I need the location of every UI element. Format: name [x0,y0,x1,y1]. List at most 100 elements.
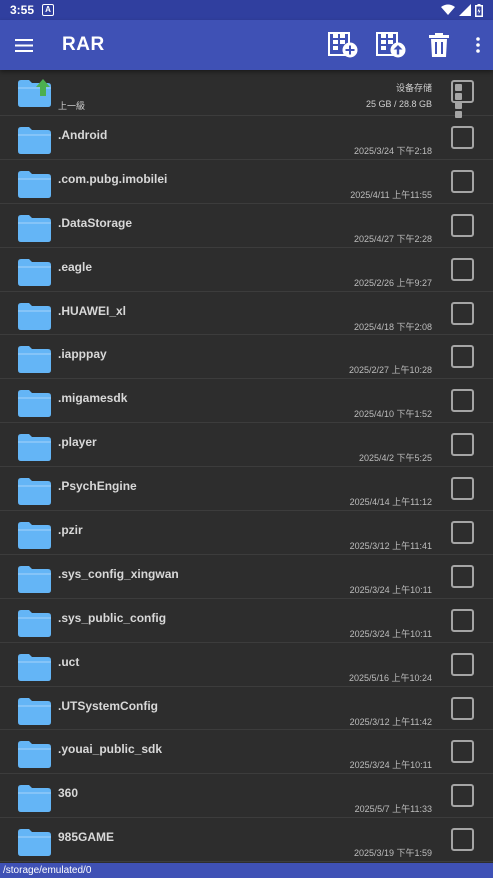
file-row[interactable]: .PsychEngine 2025/4/14 上午11:12 [0,467,493,512]
select-checkbox[interactable] [451,477,474,501]
more-options-button[interactable] [463,20,493,70]
file-row[interactable]: .youai_public_sdk 2025/3/24 上午10:11 [0,730,493,775]
file-date: 2025/5/16 上午10:24 [348,672,432,683]
file-row[interactable]: .Android 2025/3/24 下午2:18 [0,116,493,160]
file-date: 2025/4/18 下午2:08 [353,321,432,332]
folder-icon [18,522,51,550]
file-date: 2025/4/14 上午11:12 [349,497,432,508]
file-name: .Android [58,128,108,142]
grid-view-button[interactable] [451,80,474,118]
file-row[interactable]: .DataStorage 2025/4/27 下午2:28 [0,204,493,248]
status-time: 3:55 [10,3,35,17]
select-checkbox[interactable] [451,169,474,193]
parent-folder-row[interactable]: 上一級 设备存储 25 GB / 28.8 GB [0,70,493,118]
folder-icon [18,258,51,286]
file-date: 2025/3/12 上午11:42 [349,716,432,727]
extract-button[interactable] [367,20,415,70]
current-path: /storage/emulated/0 [0,863,493,878]
select-checkbox[interactable] [451,389,474,413]
notification-a-icon: A [42,4,55,16]
select-checkbox[interactable] [451,696,474,720]
status-icons [441,3,483,17]
select-checkbox[interactable] [451,652,474,676]
file-row[interactable]: 985GAME 2025/3/19 下午1:59 [0,818,493,863]
file-name: .pzir [58,523,83,538]
file-date: 2025/4/11 上午11:55 [350,189,432,200]
file-row[interactable]: .player 2025/4/2 下午5:25 [0,423,493,468]
file-name: .player [58,435,97,450]
file-name: 360 [58,786,79,801]
status-bar: 3:55 A [0,0,493,20]
file-name: .UTSystemConfig [58,698,159,713]
file-date: 2025/4/27 下午2:28 [353,233,432,244]
select-checkbox[interactable] [451,257,474,281]
folder-icon [18,302,51,330]
file-name: .sys_config_xingwan [58,566,179,581]
folder-icon [18,434,51,462]
toolbar-actions [319,20,493,70]
folder-icon [18,785,51,813]
select-checkbox[interactable] [451,433,474,457]
file-date: 2025/3/24 上午10:11 [349,584,432,595]
add-to-archive-button[interactable] [319,20,367,70]
app-bar: RAR [0,20,493,70]
file-date: 2025/4/10 下午1:52 [353,409,432,420]
file-row[interactable]: .uct 2025/5/16 上午10:24 [0,643,493,687]
file-row[interactable]: .UTSystemConfig 2025/3/12 上午11:42 [0,687,493,731]
file-date: 2025/3/24 上午10:11 [349,760,432,771]
select-checkbox[interactable] [451,345,474,369]
parent-folder-label: 上一級 [58,101,86,111]
file-date: 2025/2/27 上午10:28 [348,365,432,376]
battery-icon [475,3,483,17]
file-name: .migamesdk [58,391,128,406]
file-name: .sys_public_config [58,610,167,625]
file-date: 2025/3/24 上午10:11 [349,628,432,639]
more-vert-icon [476,37,480,53]
delete-button[interactable] [415,20,463,70]
select-checkbox[interactable] [451,126,474,149]
file-row[interactable]: .migamesdk 2025/4/10 下午1:52 [0,379,493,424]
file-date: 2025/2/26 上午9:27 [353,277,432,288]
file-date: 2025/3/19 下午1:59 [353,848,432,859]
file-row[interactable]: .iapppay 2025/2/27 上午10:28 [0,335,493,380]
folder-icon [18,478,51,506]
wifi-icon [441,4,455,15]
file-row[interactable]: 360 2025/5/7 上午11:33 [0,774,493,819]
file-name: .com.pubg.imobilei [58,171,168,186]
file-date: 2025/5/7 上午11:33 [354,804,432,815]
storage-label: 设备存储 [395,83,432,93]
select-checkbox[interactable] [451,608,474,632]
file-row[interactable]: .pzir 2025/3/12 上午11:41 [0,511,493,555]
select-checkbox[interactable] [451,521,474,545]
folder-icon [18,346,51,374]
signal-icon [459,4,471,16]
folder-icon [18,741,51,769]
select-checkbox[interactable] [451,784,474,808]
menu-button[interactable] [0,20,48,70]
file-date: 2025/3/24 下午2:18 [353,146,432,156]
select-checkbox[interactable] [451,301,474,325]
select-checkbox[interactable] [451,828,474,852]
file-row[interactable]: .sys_config_xingwan 2025/3/24 上午10:11 [0,555,493,599]
file-row[interactable]: .eagle 2025/2/26 上午9:27 [0,248,493,292]
folder-icon [18,697,51,725]
trash-icon [429,33,449,57]
folder-up-icon [18,79,51,107]
file-row[interactable]: .HUAWEI_xl 2025/4/18 下午2:08 [0,292,493,336]
file-row[interactable]: .com.pubg.imobilei 2025/4/11 上午11:55 [0,160,493,204]
file-name: .uct [58,654,80,669]
folder-icon [18,653,51,681]
select-checkbox[interactable] [451,213,474,237]
file-row[interactable]: .sys_public_config 2025/3/24 上午10:11 [0,599,493,643]
extract-icon [376,32,406,58]
select-checkbox[interactable] [451,564,474,588]
file-name: .HUAWEI_xl [58,303,127,318]
folder-icon [18,170,51,198]
folder-icon [18,127,51,154]
select-checkbox[interactable] [451,740,474,764]
file-name: 985GAME [58,830,115,845]
file-list: 上一級 设备存储 25 GB / 28.8 GB .Android 2025/3/… [0,70,493,863]
hamburger-icon [15,38,33,52]
storage-size: 25 GB / 28.8 GB [365,99,432,109]
file-name: .iapppay [58,347,107,362]
